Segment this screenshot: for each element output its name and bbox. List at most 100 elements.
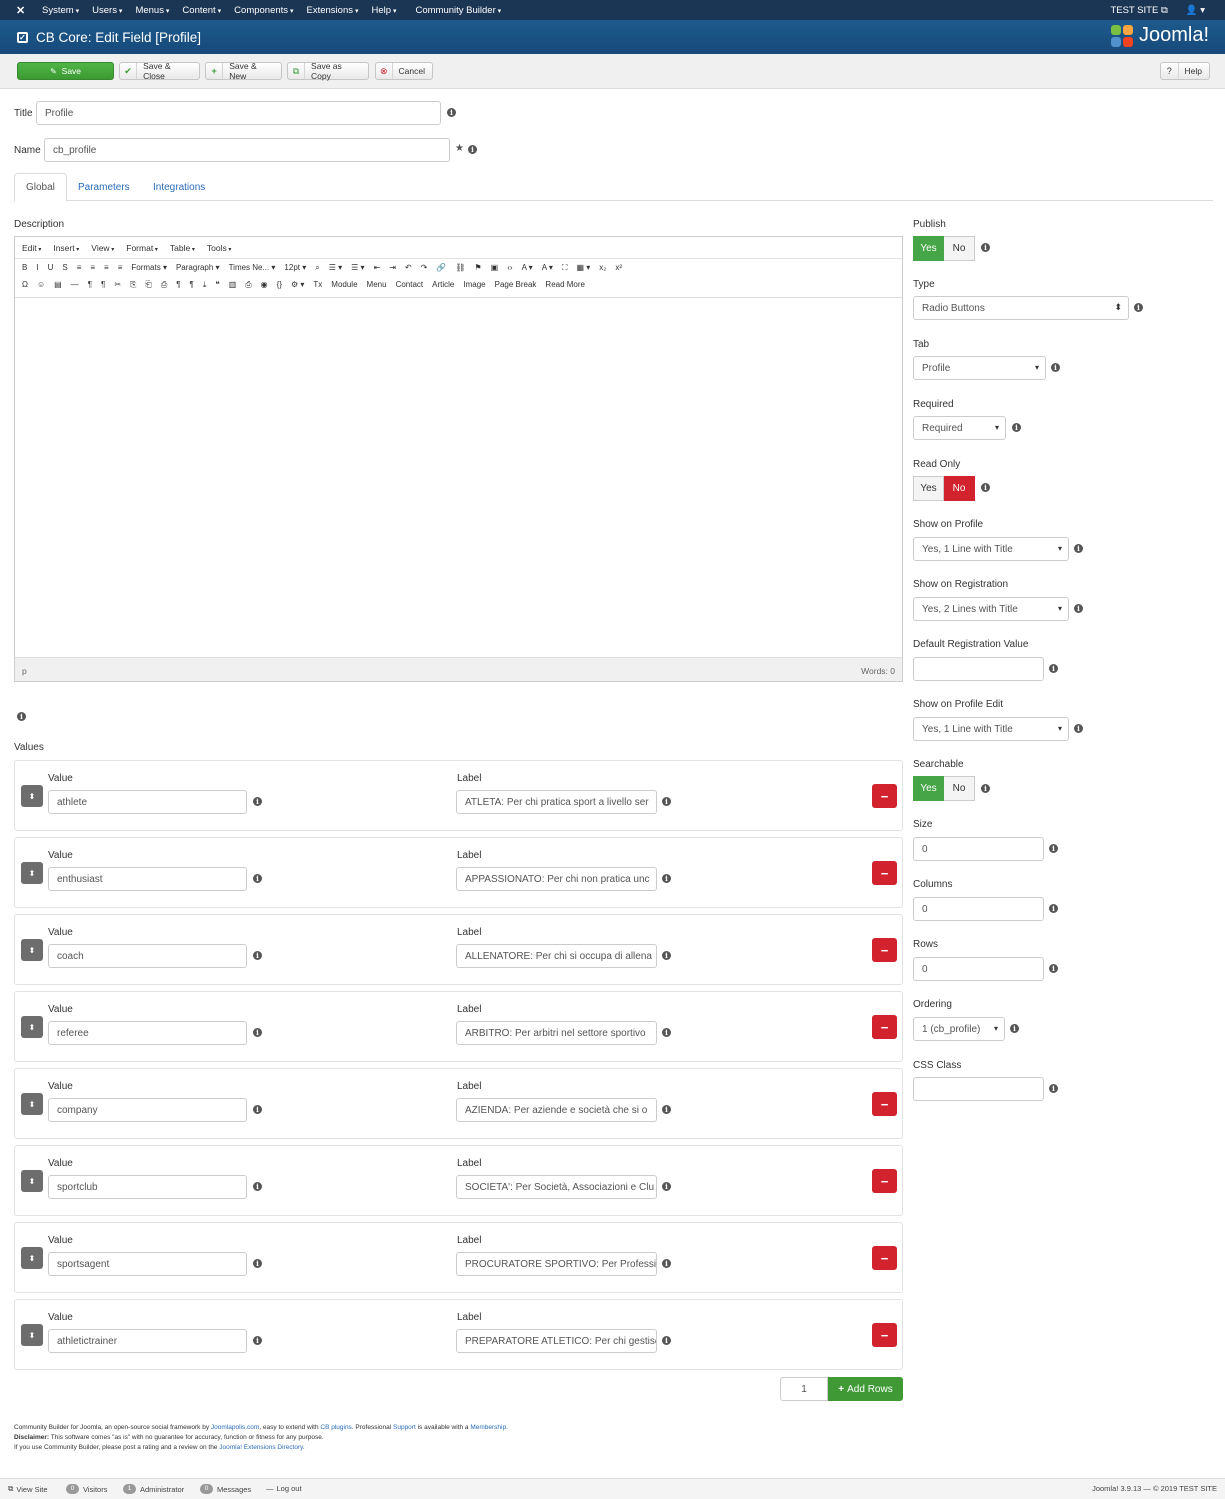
- columns-input[interactable]: 0: [913, 897, 1044, 921]
- view-site-link[interactable]: ⧉ View Site: [8, 1484, 48, 1494]
- editor-tool-button[interactable]: ▤: [54, 280, 62, 289]
- editor-tool-button[interactable]: Menu: [367, 280, 387, 289]
- remove-row-button[interactable]: −: [872, 784, 897, 808]
- info-icon[interactable]: i: [662, 1105, 671, 1114]
- info-icon[interactable]: i: [1134, 303, 1143, 312]
- menu-users[interactable]: Users: [92, 5, 122, 16]
- value-input[interactable]: sportsagent: [48, 1252, 247, 1276]
- show-profile-edit-select[interactable]: Yes, 1 Line with Title: [913, 717, 1069, 741]
- editor-tool-button[interactable]: 🔗: [436, 263, 446, 272]
- required-select[interactable]: Required: [913, 416, 1006, 440]
- editor-tool-button[interactable]: ☰ ▾: [351, 263, 364, 272]
- editor-path[interactable]: p: [22, 666, 27, 676]
- drag-handle-icon[interactable]: ⬍: [21, 1324, 43, 1346]
- messages-link[interactable]: 0 Messages: [200, 1484, 251, 1494]
- editor-tool-button[interactable]: ⇥: [389, 263, 396, 272]
- editor-tool-button[interactable]: Times Ne... ▾: [229, 263, 276, 272]
- editor-tool-button[interactable]: ¶: [176, 280, 180, 289]
- value-input[interactable]: referee: [48, 1021, 247, 1045]
- editor-menu-view[interactable]: View: [91, 243, 114, 253]
- editor-tool-button[interactable]: ⎙: [161, 280, 167, 290]
- searchable-no[interactable]: No: [944, 776, 975, 801]
- tab-select[interactable]: Profile: [913, 356, 1046, 380]
- info-icon[interactable]: i: [1074, 544, 1083, 553]
- editor-tool-button[interactable]: A ▾: [522, 263, 533, 272]
- editor-tool-button[interactable]: ≡: [77, 263, 82, 272]
- editor-menu-format[interactable]: Format: [126, 243, 158, 253]
- editor-tool-button[interactable]: Image: [463, 280, 485, 289]
- editor-tool-button[interactable]: Paragraph ▾: [176, 263, 220, 272]
- info-icon[interactable]: i: [981, 483, 990, 492]
- editor-tool-button[interactable]: ⤓: [203, 280, 207, 290]
- remove-row-button[interactable]: −: [872, 1015, 897, 1039]
- drag-handle-icon[interactable]: ⬍: [21, 1170, 43, 1192]
- editor-tool-button[interactable]: ↶: [405, 263, 412, 272]
- editor-tool-button[interactable]: ▥: [229, 280, 237, 289]
- value-input[interactable]: athlete: [48, 790, 247, 814]
- editor-tool-button[interactable]: ◉: [261, 280, 268, 289]
- editor-tool-button[interactable]: Formats ▾: [131, 263, 167, 272]
- info-icon[interactable]: i: [253, 1028, 262, 1037]
- editor-tool-button[interactable]: x₂: [599, 263, 606, 272]
- ordering-select[interactable]: 1 (cb_profile): [913, 1017, 1005, 1041]
- add-rows-button[interactable]: + Add Rows: [828, 1377, 903, 1401]
- editor-tool-button[interactable]: Ω: [22, 280, 28, 289]
- info-icon[interactable]: i: [1049, 1084, 1058, 1093]
- editor-tool-button[interactable]: S: [62, 263, 67, 272]
- menu-extensions[interactable]: Extensions: [307, 5, 359, 16]
- editor-tool-button[interactable]: ☺: [37, 280, 45, 289]
- administrator-link[interactable]: 1 Administrator: [123, 1484, 184, 1494]
- show-registration-select[interactable]: Yes, 2 Lines with Title: [913, 597, 1069, 621]
- editor-tool-button[interactable]: ≡: [90, 263, 95, 272]
- label-input[interactable]: ARBITRO: Per arbitri nel settore sportiv…: [456, 1021, 657, 1045]
- value-input[interactable]: sportclub: [48, 1175, 247, 1199]
- info-icon[interactable]: i: [662, 1182, 671, 1191]
- editor-tool-button[interactable]: ⚙ ▾: [291, 280, 304, 289]
- value-input[interactable]: enthusiast: [48, 867, 247, 891]
- help-button[interactable]: ? Help: [1160, 62, 1210, 80]
- drag-handle-icon[interactable]: ⬍: [21, 939, 43, 961]
- editor-tool-button[interactable]: ≡: [118, 263, 123, 272]
- editor-tool-button[interactable]: x²: [615, 263, 622, 272]
- editor-tool-button[interactable]: ⌕: [315, 263, 319, 273]
- info-icon[interactable]: i: [253, 1105, 262, 1114]
- searchable-yes[interactable]: Yes: [913, 776, 944, 801]
- editor-tool-button[interactable]: ✂: [114, 280, 121, 289]
- site-link[interactable]: TEST SITE ⧉: [1110, 5, 1167, 16]
- editor-tool-button[interactable]: ¶: [190, 280, 194, 289]
- drag-handle-icon[interactable]: ⬍: [21, 862, 43, 884]
- editor-menu-edit[interactable]: Edit: [22, 243, 41, 253]
- editor-tool-button[interactable]: ⎙: [245, 280, 251, 290]
- drag-handle-icon[interactable]: ⬍: [21, 1016, 43, 1038]
- editor-tool-button[interactable]: ⇤: [374, 263, 381, 272]
- info-icon[interactable]: i: [1010, 1024, 1019, 1033]
- info-icon[interactable]: i: [662, 874, 671, 883]
- menu-help[interactable]: Help: [371, 5, 396, 16]
- info-icon[interactable]: i: [662, 797, 671, 806]
- save-copy-button[interactable]: ⧉ Save as Copy: [287, 61, 369, 81]
- remove-row-button[interactable]: −: [872, 938, 897, 962]
- editor-tool-button[interactable]: ⛓: [455, 263, 465, 272]
- info-icon[interactable]: i: [662, 1259, 671, 1268]
- editor-tool-button[interactable]: Module: [331, 280, 357, 289]
- info-icon[interactable]: i: [447, 108, 456, 117]
- readonly-no[interactable]: No: [944, 476, 975, 501]
- editor-tool-button[interactable]: Contact: [396, 280, 424, 289]
- type-select[interactable]: Radio Buttons: [913, 296, 1129, 320]
- drag-handle-icon[interactable]: ⬍: [21, 1247, 43, 1269]
- info-icon[interactable]: i: [253, 797, 262, 806]
- menu-components[interactable]: Components: [234, 5, 293, 16]
- info-icon[interactable]: i: [1049, 844, 1058, 853]
- info-icon[interactable]: i: [17, 712, 26, 721]
- info-icon[interactable]: i: [468, 145, 477, 154]
- joomlapolis-link[interactable]: Joomlapolis.com: [211, 1424, 259, 1431]
- user-menu-icon[interactable]: 👤 ▾: [1186, 5, 1205, 16]
- info-icon[interactable]: i: [1049, 664, 1058, 673]
- editor-menu-insert[interactable]: Insert: [53, 243, 79, 253]
- publish-yes[interactable]: Yes: [913, 236, 944, 261]
- editor-tool-button[interactable]: 12pt ▾: [284, 263, 306, 272]
- editor-tool-button[interactable]: ¶: [88, 280, 92, 289]
- remove-row-button[interactable]: −: [872, 1092, 897, 1116]
- value-input[interactable]: company: [48, 1098, 247, 1122]
- editor-tool-button[interactable]: ⚑: [475, 263, 482, 272]
